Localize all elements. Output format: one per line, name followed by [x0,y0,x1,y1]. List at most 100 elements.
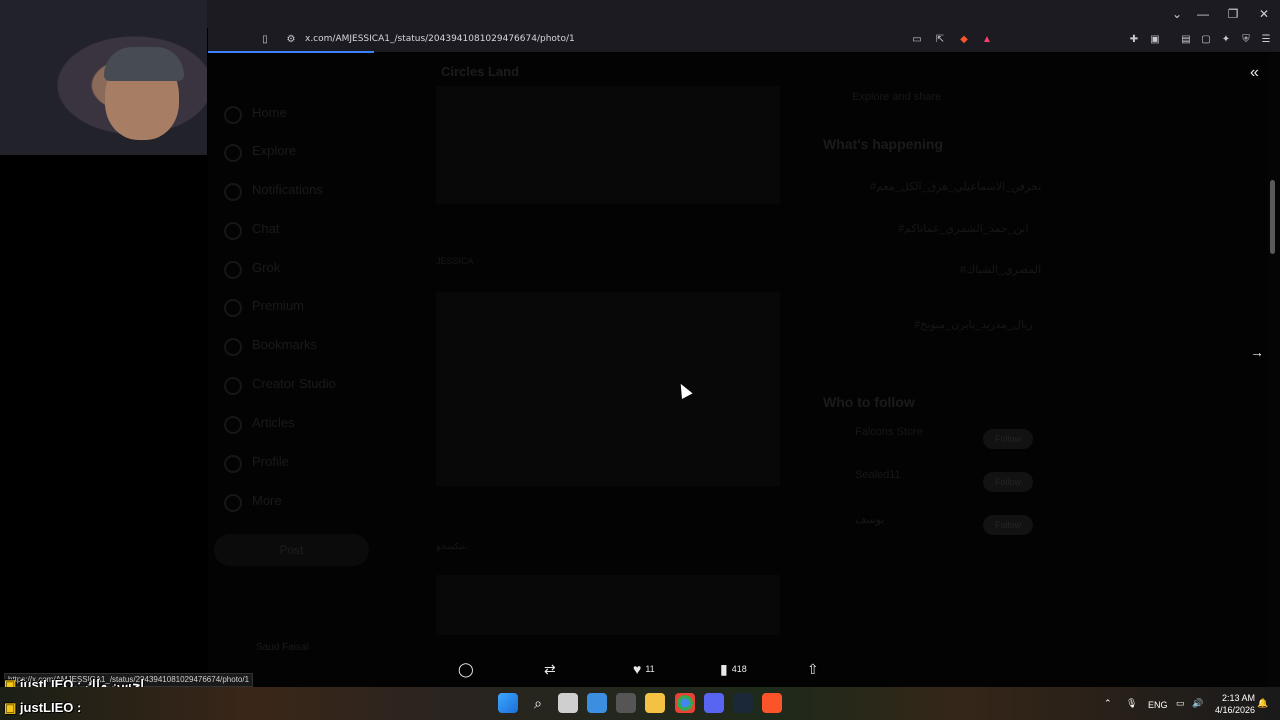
sidebar-item-creator-studio: Creator Studio [252,376,336,391]
sidebar-item-premium: Premium [252,298,305,313]
bookmark-icon[interactable]: ▯ [258,33,272,47]
tab-search-icon[interactable]: ▣ [1148,33,1162,47]
follow-button-3: Follow [983,515,1033,535]
address-bar[interactable]: x.com/AMJESSICA1_/status/204394108102947… [305,34,575,44]
share-post-button[interactable]: ⇧ [807,660,819,678]
task-view-icon[interactable] [558,693,578,713]
tweet1-author: JESSICA [436,256,474,266]
share-icon[interactable]: ⇱ [933,33,947,47]
trend-4: #ريال_مدريد_بايرن_ميونخ [914,319,1033,331]
brave-icon[interactable] [762,693,782,713]
chat-icon [224,222,242,240]
sidebar-item-grok: Grok [252,260,281,275]
trend-1: #تخرفن_الاسماعيلي_هزق_الكل_معم [870,181,1042,193]
view-count: 418 [731,664,747,674]
articles-icon [224,416,242,434]
file-explorer-icon[interactable] [645,693,665,713]
app-icon-1[interactable] [616,693,636,713]
sidebar-item-chat: Chat [252,221,280,236]
tweet2-author: بنتكسجو [436,541,468,551]
scrollbar-thumb[interactable] [1270,180,1275,254]
follow-button-1: Follow [983,429,1033,449]
start-icon[interactable] [498,693,518,713]
menu-icon[interactable]: ☰ [1259,33,1273,47]
page-scrollbar[interactable] [1268,53,1280,687]
explore-text: Explore and share [852,91,942,103]
minimize-button[interactable]: — [1192,4,1214,24]
suggestion-3: يوسف [855,514,885,526]
profile-icon [224,455,242,473]
tray-overflow-icon[interactable]: ⌃ [1104,698,1112,709]
collapse-panel-icon[interactable]: « [1250,64,1259,82]
explore-icon [224,144,242,162]
discord-icon[interactable] [704,693,724,713]
cast-icon[interactable]: ▭ [910,33,924,47]
repost-button[interactable]: ⇄ [544,660,556,678]
creator-studio-icon [224,377,242,395]
sidebar-item-bookmarks: Bookmarks [252,337,318,352]
suggestion-1: Falcons Store [855,426,923,438]
like-count: 11 [645,664,655,674]
home-icon [224,106,242,124]
more-icon [224,494,242,512]
account-name: Saud Faisal [256,642,309,653]
reply-button[interactable]: ◯ [458,660,474,678]
leo-ai-icon[interactable]: ✦ [1219,33,1233,47]
repost-icon: ⇄ [544,661,556,677]
network-icon[interactable]: ▭ [1176,698,1185,709]
sidebar-item-profile: Profile [252,454,289,469]
bookmarks-icon [224,338,242,356]
follow-button-2: Follow [983,472,1033,492]
brave-shields-icon[interactable]: ◆ [957,33,971,47]
suggestion-2: Sealed11 [855,469,901,481]
language-indicator[interactable]: ENG [1148,700,1168,710]
reply-icon: ◯ [458,661,474,677]
share-post-icon: ⇧ [807,661,819,677]
premium-icon [224,299,242,317]
volume-icon[interactable]: 🔊 [1192,698,1203,709]
notification-bell-icon[interactable]: 🔔 [1257,698,1268,709]
streamer-cap [104,47,184,81]
store-icon[interactable] [587,693,607,713]
trend-2: #ابن_حمد_الشمري_عماناكم [898,223,1029,235]
clock-time[interactable]: 2:13 AM [1222,693,1255,703]
next-photo-arrow-icon[interactable]: → [1250,344,1264,360]
chat-message-2: ▣ justLIEO : [4,700,81,716]
notifications-icon [224,183,242,201]
trend-3: #المصري_الشباك [960,264,1042,276]
search-icon[interactable]: ⌕ [528,693,548,713]
feed-image-3 [436,575,780,635]
sidebar-item-home: Home [252,105,287,120]
post-button: Post [214,534,369,566]
webcam-overlay [0,0,207,155]
feed-image-1 [436,86,780,204]
vpn-icon[interactable]: ⛨ [1239,33,1253,47]
feed-image-2 [436,292,780,486]
like-button[interactable]: ♥ 11 [633,660,655,678]
chat-text-2: : [77,700,82,715]
tab-list-chevron-icon[interactable]: ⌄ [1166,4,1188,24]
who-to-follow-heading: Who to follow [823,394,915,410]
site-info-icon[interactable]: ⚙ [284,33,298,47]
chrome-icon[interactable] [675,693,695,713]
windows-taskbar [0,687,1280,720]
sidebar-toggle-icon[interactable]: ▤ [1179,33,1193,47]
sidebar-item-notifications: Notifications [252,182,323,197]
views-chart-icon: ▮ [720,661,728,677]
steam-icon[interactable] [733,693,753,713]
microphone-icon[interactable]: 🎙 [1126,698,1137,709]
grok-icon [224,261,242,279]
chat-badge-icon: ▣ [4,700,17,715]
wallet-icon[interactable]: ▢ [1199,33,1213,47]
brave-rewards-icon[interactable]: ▲ [980,33,994,47]
extensions-icon[interactable]: ✚ [1127,33,1141,47]
maximize-button[interactable]: ❐ [1222,4,1244,24]
sidebar-item-articles: Articles [252,415,295,430]
feed-title: Circles Land [441,64,520,79]
whats-happening-heading: What's happening [823,136,943,152]
chat-user-2: justLIEO [19,700,74,715]
clock-date[interactable]: 4/16/2026 [1215,705,1255,715]
sidebar-item-more: More [252,493,282,508]
views-button[interactable]: ▮ 418 [720,660,747,678]
close-window-button[interactable]: ✕ [1253,4,1275,24]
